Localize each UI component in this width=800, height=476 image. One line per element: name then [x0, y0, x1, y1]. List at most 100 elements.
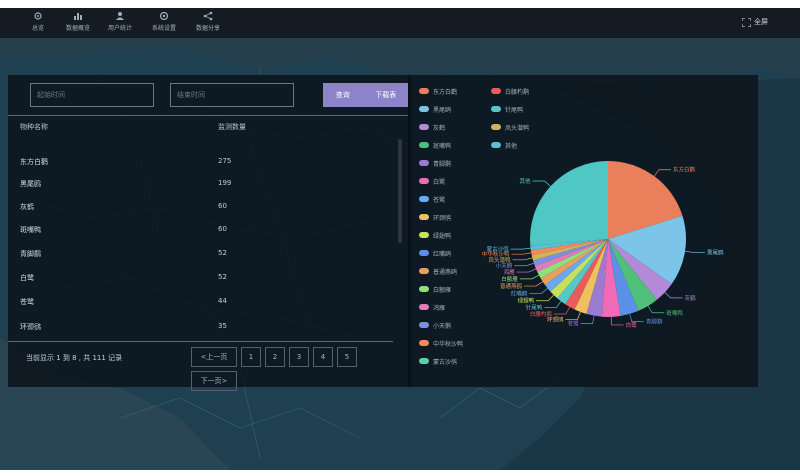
pie-label-line [544, 301, 562, 309]
query-button[interactable]: 查询 [336, 90, 350, 100]
app-frame: 总览 数据概览 用户统计 系统设置 数据分享 全屏 查询 下载 [0, 8, 800, 470]
pie-label-line [536, 294, 554, 302]
panel-divider [408, 75, 411, 387]
fullscreen-icon [742, 17, 751, 27]
page-button[interactable]: 3 [289, 347, 309, 367]
nav-label: 数据分享 [195, 25, 220, 32]
pie-label-line [516, 268, 537, 273]
species-count: 35 [218, 322, 227, 330]
pie-slice-label: 其他 [520, 177, 532, 185]
settings-icon [159, 11, 169, 21]
top-navigation: 总览 数据概览 用户统计 系统设置 数据分享 全屏 [0, 8, 800, 38]
pagination-next-row: 下一页> [191, 371, 241, 391]
pie-label-line [647, 305, 665, 314]
species-name: 苍鹭 [20, 298, 34, 306]
pie-label-line [664, 292, 683, 299]
nav-item-user-stats[interactable]: 用户统计 [98, 11, 142, 37]
pie-slice-label: 针尾鸭 [526, 304, 543, 312]
pie-label-line [524, 281, 543, 287]
table-row: 黑尾鸥 199 [20, 173, 260, 195]
table-scrollbar[interactable] [398, 139, 402, 243]
pie-chart: 东方白鹳黑尾鸥灰鹤斑嘴鸭青脚鹬白鹭苍鹭环颈鸻白腰杓鹬针尾鸭绿翅鸭红嘴鸥普通燕鸥白… [482, 161, 724, 329]
species-name: 白鹭 [20, 274, 34, 282]
chart-section: 东方白鹳 白腰杓鹬 黑尾鸥 针尾鸭 灰鹤 凤头潜鸭 斑嘴鸭 其他 青脚鹬 白鹭 … [413, 75, 758, 387]
species-name: 环颈鸻 [20, 323, 41, 331]
pie-slice-label: 苍鹭 [568, 320, 580, 328]
species-count: 275 [218, 157, 232, 165]
pie-slice-label: 普通燕鸥 [500, 282, 523, 290]
pie-slice-label: 黑尾鸥 [707, 248, 724, 256]
species-name: 斑嘴鸭 [20, 226, 41, 234]
pie-slice-label: 红嘴鸥 [511, 289, 528, 297]
pie-label-line [553, 306, 571, 315]
nav-item-settings[interactable]: 系统设置 [142, 11, 186, 37]
pie-label-line [514, 262, 534, 267]
pie-slice-label: 白鹭 [626, 321, 638, 329]
nav-label: 用户统计 [107, 25, 132, 32]
table-row: 白鹭 52 [20, 267, 260, 289]
species-name: 青脚鹬 [20, 250, 41, 258]
species-count: 52 [218, 273, 227, 281]
species-name: 黑尾鸥 [20, 180, 41, 188]
pie-label-line [511, 252, 532, 255]
page-button[interactable]: 4 [313, 347, 333, 367]
pagination: <上一页 1 2 3 4 5 [191, 347, 361, 367]
user-icon [116, 12, 124, 20]
species-count: 199 [218, 179, 232, 187]
species-name: 灰鹤 [20, 203, 34, 211]
pie-label-line [529, 288, 548, 294]
pie-slice[interactable] [530, 161, 608, 247]
divider [8, 341, 393, 342]
nav-item-overview[interactable]: 总览 [16, 11, 60, 37]
species-name: 东方白鹳 [20, 158, 48, 166]
pie-label-line [565, 311, 581, 320]
table-row: 环颈鸻 35 [20, 316, 260, 338]
pie-label-line [510, 247, 531, 250]
pie-slice-label: 青脚鹬 [646, 318, 663, 326]
page-button[interactable]: 2 [265, 347, 285, 367]
pie-label-line [653, 169, 671, 177]
table-row: 灰鹤 60 [20, 196, 260, 218]
table-row: 青脚鹬 52 [20, 243, 260, 265]
pie-slice-label: 斑嘴鸭 [666, 309, 683, 317]
pie-slice-label: 东方白鹳 [673, 166, 696, 174]
column-header-count: 监测数量 [218, 123, 246, 131]
table-row: 斑嘴鸭 60 [20, 219, 260, 241]
table-row: 东方白鹳 275 [20, 151, 260, 173]
nav-label: 系统设置 [151, 25, 176, 32]
next-page-button[interactable]: 下一页> [191, 371, 237, 391]
species-count: 52 [218, 249, 227, 257]
pie-label-line [629, 313, 644, 322]
pie-label-line [684, 250, 705, 253]
nav-item-data-overview[interactable]: 数据概览 [56, 11, 100, 37]
action-buttons: 查询 下载表 [323, 83, 409, 107]
nav-label: 数据概览 [65, 25, 90, 32]
chart-icon [74, 13, 82, 20]
download-button[interactable]: 下载表 [375, 90, 396, 100]
pagination-info: 当前显示 1 到 8 , 共 111 记录 [26, 354, 123, 362]
pie-label-line [532, 180, 551, 187]
share-icon [203, 11, 213, 21]
pie-label-line [580, 315, 595, 324]
fullscreen-button[interactable]: 全屏 [742, 17, 768, 27]
pie-slice-label: 灰鹤 [685, 294, 697, 302]
end-time-input[interactable] [170, 83, 294, 107]
prev-page-button[interactable]: <上一页 [191, 347, 237, 367]
pie-label-line [512, 257, 533, 261]
species-count: 60 [218, 225, 227, 233]
nav-item-share[interactable]: 数据分享 [186, 11, 230, 37]
pie-slice-label: 绿翅鸭 [518, 297, 535, 305]
fullscreen-label: 全屏 [754, 18, 768, 26]
column-header-name: 物种名称 [20, 123, 48, 131]
nav-label: 总览 [31, 25, 44, 32]
table-row: 苍鹭 44 [20, 291, 260, 313]
start-time-input[interactable] [30, 83, 154, 107]
page-button[interactable]: 5 [337, 347, 357, 367]
gear-icon [34, 12, 42, 20]
species-count: 60 [218, 202, 227, 210]
data-panel: 查询 下载表 物种名称 监测数量 东方白鹳 275 黑尾鸥 199 灰鹤 60 斑嘴鸭… [8, 75, 758, 391]
page-button[interactable]: 1 [241, 347, 261, 367]
species-count: 44 [218, 297, 227, 305]
pie-label-line [610, 316, 624, 326]
divider [8, 115, 408, 116]
